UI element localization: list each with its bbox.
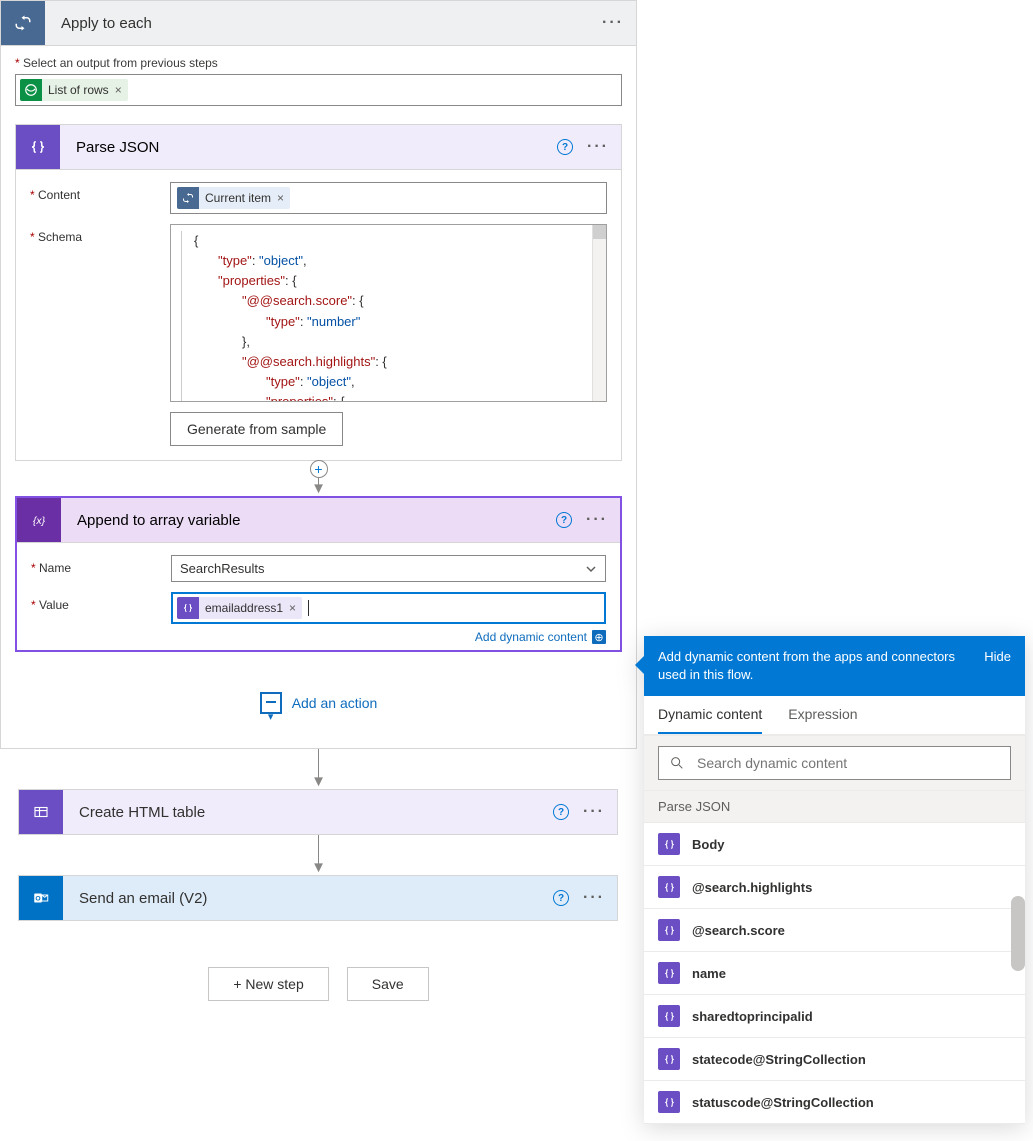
variable-name-select[interactable]: SearchResults [171, 555, 606, 582]
content-label: * Content [30, 182, 170, 214]
help-icon[interactable]: ? [556, 512, 572, 528]
parse-json-icon [658, 1091, 680, 1113]
connector-arrow: ▼ [0, 749, 637, 789]
search-icon [669, 755, 685, 771]
apply-to-each-header[interactable]: Apply to each ··· [1, 1, 636, 46]
add-action-button[interactable]: Add an action [15, 652, 622, 734]
remove-token-icon[interactable]: × [289, 601, 302, 615]
apply-to-each-title: Apply to each [45, 15, 602, 32]
dynamic-content-item[interactable]: @search.score [644, 909, 1025, 952]
append-to-array-card: {x} Append to array variable ? ··· * Nam… [15, 496, 622, 652]
remove-token-icon[interactable]: × [115, 83, 128, 97]
parse-json-title: Parse JSON [60, 139, 557, 156]
add-dynamic-content-link[interactable]: Add dynamic content ⊕ [31, 626, 606, 644]
parse-json-card: Parse JSON ? ··· * Content Curr [15, 124, 622, 461]
dynamic-content-item[interactable]: statecode@StringCollection [644, 1038, 1025, 1081]
svg-text:{x}: {x} [33, 515, 46, 527]
output-from-previous-steps-input[interactable]: List of rows × [15, 74, 622, 106]
name-label: * Name [31, 555, 171, 582]
for-each-icon [177, 187, 199, 209]
chevron-down-icon [585, 563, 597, 575]
schema-textarea[interactable]: {"type": "object","properties": {"@@sear… [170, 224, 607, 402]
connector-arrow: ▼ [0, 835, 637, 875]
scrollbar-thumb[interactable] [1011, 896, 1025, 971]
add-dynamic-content-icon: ⊕ [592, 630, 606, 644]
parse-json-icon [658, 919, 680, 941]
apply-to-each-card: Apply to each ··· * Select an output fro… [0, 0, 637, 749]
remove-token-icon[interactable]: × [277, 191, 290, 205]
send-email-title: Send an email (V2) [63, 890, 553, 907]
dynamic-content-item[interactable]: statuscode@StringCollection [644, 1081, 1025, 1124]
scrollbar[interactable] [592, 225, 606, 401]
dynamic-content-panel: Add dynamic content from the apps and co… [644, 636, 1025, 1124]
insert-step-button[interactable]: + [310, 460, 328, 478]
variable-icon: {x} [17, 498, 61, 542]
dataverse-icon [20, 79, 42, 101]
parse-json-icon [658, 833, 680, 855]
parse-json-header[interactable]: Parse JSON ? ··· [16, 125, 621, 170]
search-dynamic-content-input[interactable] [658, 746, 1011, 780]
help-icon[interactable]: ? [553, 890, 569, 906]
text-cursor [308, 600, 309, 616]
more-icon[interactable]: ··· [583, 893, 605, 903]
parse-json-icon [658, 876, 680, 898]
parse-json-icon [658, 1005, 680, 1027]
help-icon[interactable]: ? [557, 139, 573, 155]
parse-json-icon [658, 1048, 680, 1070]
add-action-icon [260, 692, 282, 714]
append-header[interactable]: {x} Append to array variable ? ··· [17, 498, 620, 543]
schema-label: * Schema [30, 224, 170, 402]
dynamic-content-group-label: Parse JSON [644, 791, 1025, 823]
connector-arrow: + ▼ [15, 461, 622, 496]
dynamic-content-item[interactable]: @search.highlights [644, 866, 1025, 909]
parse-json-icon [177, 597, 199, 619]
dynamic-content-header: Add dynamic content from the apps and co… [644, 636, 1025, 696]
parse-json-icon [658, 962, 680, 984]
panel-caret-icon [635, 656, 644, 674]
svg-text:O: O [35, 895, 40, 902]
create-html-table-card[interactable]: Create HTML table ? ··· [18, 789, 618, 835]
parse-json-icon [16, 125, 60, 169]
value-label: * Value [31, 592, 171, 624]
token-emailaddress1[interactable]: emailaddress1 × [177, 597, 302, 619]
save-button[interactable]: Save [347, 967, 429, 1001]
hide-link[interactable]: Hide [984, 648, 1011, 684]
dynamic-content-item[interactable]: name [644, 952, 1025, 995]
send-email-card[interactable]: O Send an email (V2) ? ··· [18, 875, 618, 921]
token-current-item[interactable]: Current item × [177, 187, 290, 209]
more-icon[interactable]: ··· [587, 142, 609, 152]
more-icon[interactable]: ··· [586, 515, 608, 525]
help-icon[interactable]: ? [553, 804, 569, 820]
more-icon[interactable]: ··· [583, 807, 605, 817]
tab-dynamic-content[interactable]: Dynamic content [658, 706, 762, 734]
outlook-icon: O [19, 876, 63, 920]
more-icon[interactable]: ··· [602, 18, 624, 28]
generate-from-sample-button[interactable]: Generate from sample [170, 412, 343, 446]
content-input[interactable]: Current item × [170, 182, 607, 214]
html-table-icon [19, 790, 63, 834]
token-list-of-rows[interactable]: List of rows × [20, 79, 128, 101]
value-input[interactable]: emailaddress1 × [171, 592, 606, 624]
output-label: * Select an output from previous steps [15, 56, 622, 70]
append-title: Append to array variable [61, 512, 556, 529]
tab-expression[interactable]: Expression [788, 706, 857, 734]
new-step-button[interactable]: + New step [208, 967, 328, 1001]
dynamic-content-item[interactable]: sharedtoprincipalid [644, 995, 1025, 1038]
create-html-title: Create HTML table [63, 804, 553, 821]
dynamic-content-item[interactable]: Body [644, 823, 1025, 866]
for-each-icon [1, 1, 45, 45]
